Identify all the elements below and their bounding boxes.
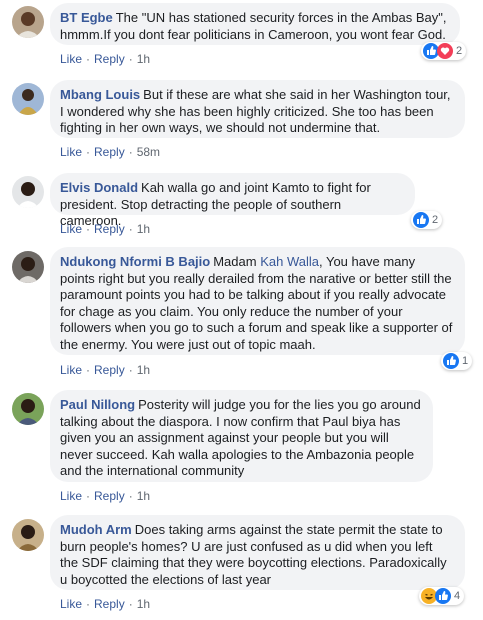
avatar[interactable]: [12, 393, 44, 425]
like-link[interactable]: Like: [60, 145, 82, 159]
reaction-summary[interactable]: 1: [441, 352, 473, 370]
comment-bubble: Mbang Louis But if these are what she sai…: [50, 80, 465, 138]
comment-actions: Like · Reply · 58m: [60, 145, 161, 159]
like-icon: [413, 212, 429, 228]
comment-time[interactable]: 1h: [137, 52, 150, 66]
like-icon: [443, 353, 459, 369]
comment-actions: Like · Reply · 1h: [60, 489, 151, 503]
like-icon: [435, 588, 451, 604]
comment-author[interactable]: Ndukong Nformi B Bajio: [60, 254, 210, 269]
reply-link[interactable]: Reply: [94, 597, 125, 611]
comment-author[interactable]: Mbang Louis: [60, 87, 140, 102]
comment-time[interactable]: 1h: [137, 363, 150, 377]
reaction-summary[interactable]: 2: [421, 42, 467, 60]
reaction-summary[interactable]: 4: [419, 587, 465, 605]
reply-link[interactable]: Reply: [94, 489, 125, 503]
comment-actions: Like · Reply · 1h: [60, 597, 151, 611]
reaction-count: 2: [456, 45, 463, 57]
reply-link[interactable]: Reply: [94, 222, 125, 236]
comment-actions: Like · Reply · 1h: [60, 363, 151, 377]
avatar[interactable]: [12, 519, 44, 551]
mention-link[interactable]: Kah Walla: [260, 254, 319, 269]
comment-text-before: Madam: [213, 254, 257, 269]
like-link[interactable]: Like: [60, 597, 82, 611]
comment-time[interactable]: 1h: [137, 597, 150, 611]
love-icon: [437, 43, 453, 59]
comment-actions: Like · Reply · 1h: [60, 222, 151, 236]
comment-bubble: Paul Nillong Posterity will judge you for…: [50, 390, 433, 482]
comment-bubble: Ndukong Nformi B Bajio Madam Kah Walla, Y…: [50, 247, 465, 355]
comment-bubble: Mudoh Arm Does taking arms against the st…: [50, 515, 465, 590]
comment-bubble: BT Egbe The "UN has stationed security fo…: [50, 3, 460, 45]
reply-link[interactable]: Reply: [94, 363, 125, 377]
like-link[interactable]: Like: [60, 52, 82, 66]
avatar[interactable]: [12, 6, 44, 38]
comment-text: The "UN has stationed security forces in…: [60, 10, 447, 42]
comment-time[interactable]: 1h: [137, 222, 150, 236]
avatar[interactable]: [12, 83, 44, 115]
like-link[interactable]: Like: [60, 489, 82, 503]
comment-time[interactable]: 1h: [137, 489, 150, 503]
reply-link[interactable]: Reply: [94, 52, 125, 66]
reaction-summary[interactable]: 2: [411, 211, 443, 229]
avatar[interactable]: [12, 251, 44, 283]
like-link[interactable]: Like: [60, 222, 82, 236]
reaction-count: 1: [462, 355, 469, 367]
comment-bubble: Elvis Donald Kah walla go and joint Kamto…: [50, 173, 415, 228]
comment-time[interactable]: 58m: [137, 145, 160, 159]
comment-author[interactable]: Mudoh Arm: [60, 522, 132, 537]
comment-author[interactable]: BT Egbe: [60, 10, 113, 25]
reaction-count: 4: [454, 590, 461, 602]
comment-author[interactable]: Elvis Donald: [60, 180, 138, 195]
reaction-count: 2: [432, 214, 439, 226]
avatar[interactable]: [12, 176, 44, 208]
like-link[interactable]: Like: [60, 363, 82, 377]
comment-actions: Like · Reply · 1h: [60, 52, 151, 66]
reply-link[interactable]: Reply: [94, 145, 125, 159]
comment-author[interactable]: Paul Nillong: [60, 397, 135, 412]
